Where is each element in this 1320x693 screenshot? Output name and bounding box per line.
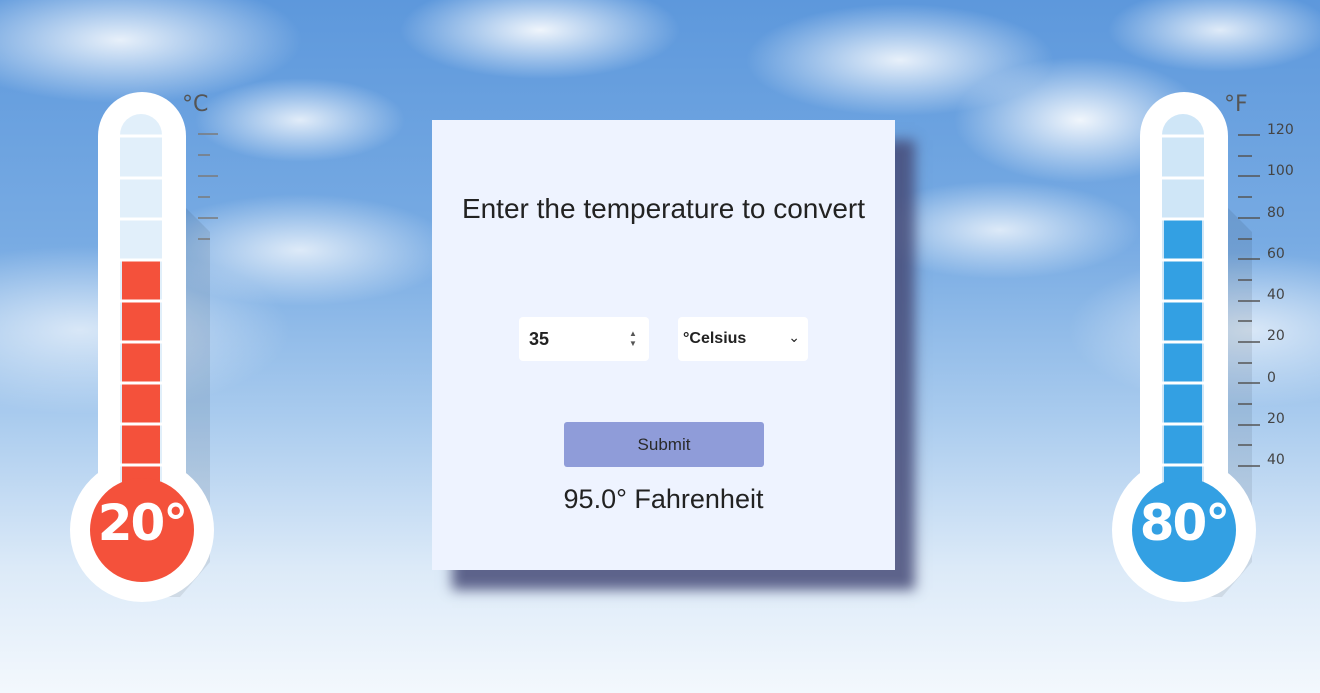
fahrenheit-scale-label: 20 [1267,328,1285,344]
converter-card: Enter the temperature to convert 35 ▲ ▼ °… [432,120,895,570]
chevron-down-icon: ⌄ [788,329,800,345]
unit-select[interactable]: °Celsius ⌄ [678,317,808,361]
celsius-unit-label: °C [182,92,209,117]
fahrenheit-scale-label: 0 [1267,370,1276,386]
spinner-icon[interactable]: ▲ ▼ [627,329,639,349]
fahrenheit-scale-label: 80 [1267,205,1285,221]
temperature-input[interactable]: 35 ▲ ▼ [519,317,649,361]
fahrenheit-scale-label: 60 [1267,246,1285,262]
unit-select-value: °Celsius [683,330,747,347]
fahrenheit-scale-label: 40 [1267,287,1285,303]
fahrenheit-thermometer: °F 120 100 80 60 40 20 0 20 40 80° [1102,92,1294,602]
celsius-thermometer: °C 20° [60,92,240,602]
celsius-bulb-value: 20° [97,494,189,552]
fahrenheit-scale-label: 120 [1267,122,1294,138]
fahrenheit-scale-label: 100 [1267,163,1294,179]
submit-button[interactable]: Submit [564,422,764,467]
converter-title: Enter the temperature to convert [461,193,866,224]
fahrenheit-scale-label: 20 [1267,411,1285,427]
fahrenheit-unit-label: °F [1224,92,1248,117]
temperature-input-value: 35 [529,329,550,349]
fahrenheit-scale-label: 40 [1267,452,1285,468]
conversion-result: 95.0° Fahrenheit [563,484,764,514]
fahrenheit-bulb-value: 80° [1139,494,1231,552]
